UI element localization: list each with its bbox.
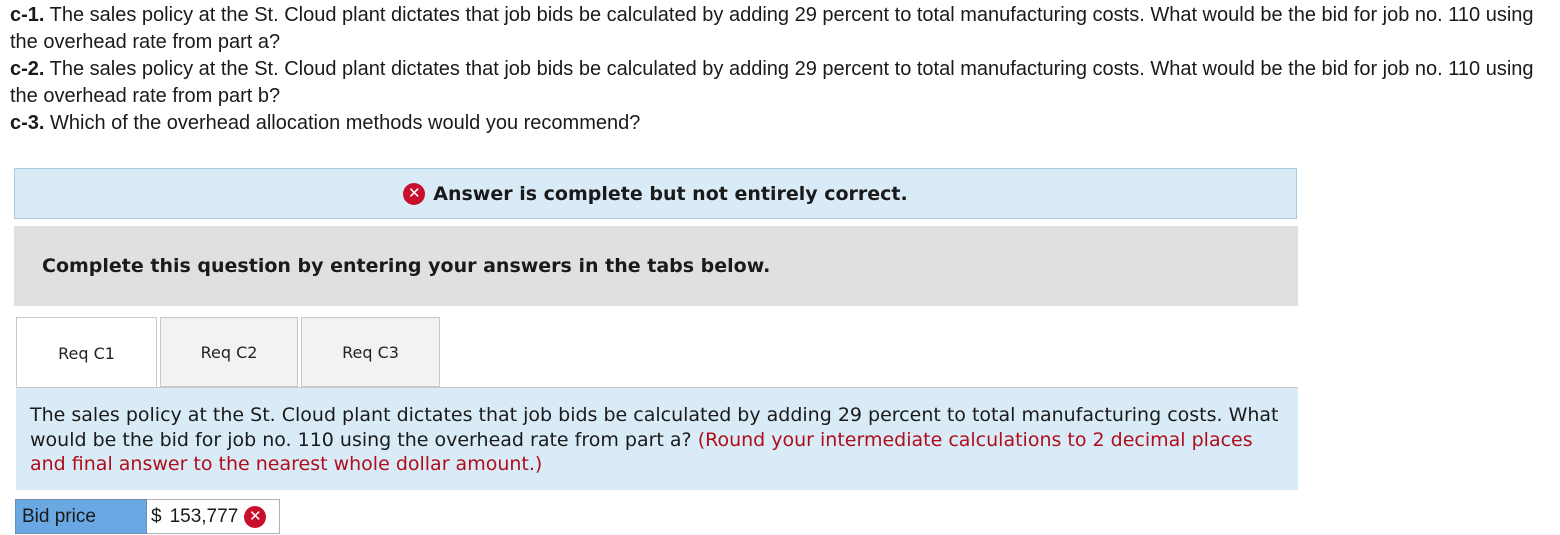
answer-row: Bid price $ 153,777 ✕ [15,499,280,534]
instructions-bar: Complete this question by entering your … [14,226,1298,306]
question-c3: c-3. Which of the overhead allocation me… [10,110,1540,137]
bid-price-input[interactable]: $ 153,777 ✕ [147,499,280,534]
question-label: c-3. [10,112,45,134]
question-text: Which of the overhead allocation methods… [44,112,641,134]
question-text: The sales policy at the St. Cloud plant … [10,4,1534,53]
bid-price-label-text: Bid price [22,505,96,527]
question-prompt: c-1. The sales policy at the St. Cloud p… [10,2,1540,137]
tab-req-c2[interactable]: Req C2 [160,317,298,387]
question-label: c-1. [10,4,45,26]
bid-price-label: Bid price [15,499,147,534]
feedback-message: Answer is complete but not entirely corr… [433,182,908,205]
question-c1: c-1. The sales policy at the St. Cloud p… [10,2,1540,56]
instructions-text: Complete this question by entering your … [42,255,771,277]
question-label: c-2. [10,58,45,80]
incorrect-x-icon: ✕ [403,182,426,205]
bid-price-value: 153,777 [169,505,239,527]
tab-content-panel: The sales policy at the St. Cloud plant … [16,388,1298,490]
feedback-banner: ✕ Answer is complete but not entirely co… [14,168,1297,219]
incorrect-x-icon: ✕ [244,505,267,528]
tab-req-c1[interactable]: Req C1 [16,317,157,388]
question-text: The sales policy at the St. Cloud plant … [10,58,1534,107]
tab-req-c3[interactable]: Req C3 [301,317,440,387]
question-c2: c-2. The sales policy at the St. Cloud p… [10,56,1540,110]
currency-symbol: $ [151,505,162,527]
